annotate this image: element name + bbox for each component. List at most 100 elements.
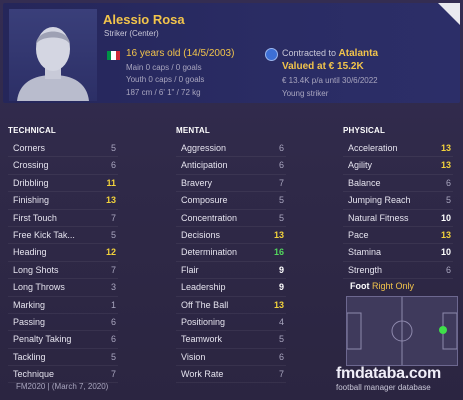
pitch-diagram-icon [346,297,458,365]
player-physique: 187 cm / 6' 1" / 72 kg [126,88,201,97]
attribute-label: Technique [13,369,55,380]
attribute-value: 6 [110,334,116,345]
attribute-label: Vision [181,351,206,362]
attribute-label: Determination [181,247,238,258]
attribute-row: First Touch 7 [8,210,118,227]
position-marker-icon [439,326,447,334]
attribute-row: Technique 7 [8,366,118,384]
attribute-row: Long Shots 7 [8,262,118,280]
attribute-value: 7 [110,264,116,275]
attribute-value: 6 [110,316,116,327]
attribute-row: Composure 5 [176,192,286,210]
attribute-label: Long Shots [13,264,59,275]
attribute-value: 13 [273,299,284,310]
attribute-label: Penalty Taking [13,334,72,345]
attribute-label: Concentration [181,212,238,223]
attribute-label: Natural Fitness [348,212,409,223]
attribute-row: Stamina 10 [343,244,453,262]
attribute-label: Balance [348,177,381,188]
physical-list: Acceleration 13 Agility 13 Balance 6 Jumping R… [343,140,453,280]
foot-label: Foot [350,281,370,291]
attribute-label: Agility [348,160,373,171]
attribute-value: 6 [278,143,284,153]
attribute-label: Dribbling [13,177,49,188]
player-age: 16 years old (14/5/2003) [126,48,235,59]
attribute-label: Teamwork [181,334,223,345]
attribute-value: 5 [110,351,116,362]
mental-list: Aggression 6 Anticipation 6 Bravery 7 Composur… [176,140,286,384]
attribute-value: 11 [106,177,116,188]
attribute-value: 10 [440,212,451,223]
attribute-row: Work Rate 7 [176,366,286,384]
youth-caps: Youth 0 caps / 0 goals [126,75,205,84]
attribute-label: Corners [13,143,46,153]
brand-logo[interactable]: fmdataba.com [336,365,441,383]
attribute-value: 5 [278,212,284,223]
attribute-row: Long Throws 3 [8,279,118,297]
attribute-label: Off The Ball [181,299,229,310]
attribute-row: Anticipation 6 [176,157,286,175]
physical-title: PHYSICAL [343,126,386,135]
attribute-label: Heading [13,247,47,258]
attribute-row: Balance 6 [343,175,453,193]
attribute-row: Bravery 7 [176,175,286,193]
attribute-row: Finishing 13 [8,192,118,210]
player-wage: € 13.4K p/a until 30/6/2022 [282,76,378,85]
attribute-label: Anticipation [181,160,228,171]
attribute-value: 1 [110,299,116,310]
attribute-label: Stamina [348,247,382,258]
club-name[interactable]: Atalanta [339,48,378,59]
attribute-label: Aggression [181,143,227,153]
attribute-row: Tackling 5 [8,349,118,367]
attribute-row: Free Kick Tak... 5 [8,227,118,245]
attribute-row: Vision 6 [176,349,286,367]
attribute-row: Marking 1 [8,297,118,314]
attribute-value: 7 [278,177,284,188]
attribute-value: 9 [278,264,284,275]
club-badge-icon [265,48,278,61]
mental-title: MENTAL [176,126,210,135]
attribute-label: Pace [348,229,369,240]
attribute-value: 4 [278,316,284,327]
attribute-row: Crossing 6 [8,157,118,175]
attribute-label: Tackling [13,351,46,362]
brand-subtitle: football manager database [336,383,431,392]
attribute-value: 13 [440,143,451,153]
attribute-label: Composure [181,195,228,206]
attribute-row: Leadership 9 [176,279,286,297]
attribute-value: 7 [110,212,116,223]
attribute-label: Flair [181,264,199,275]
attribute-row: Penalty Taking 6 [8,331,118,349]
contract-prefix: Contracted to [282,48,337,58]
attribute-row: Teamwork 5 [176,331,286,349]
attribute-row: Jumping Reach 5 [343,192,453,210]
player-role: Young striker [282,89,329,98]
attribute-label: Marking [13,299,46,310]
player-silhouette-icon [17,27,89,101]
attribute-row: Passing 6 [8,314,118,332]
attribute-value: 13 [105,195,116,206]
attribute-value: 5 [110,143,116,153]
attribute-row: Agility 13 [343,157,453,175]
attribute-value: 5 [110,229,116,240]
attribute-label: Free Kick Tak... [13,229,75,240]
attribute-value: 13 [440,229,451,240]
player-value: Valued at € 15.2K [282,61,364,72]
attribute-value: 5 [445,195,451,206]
attribute-label: Crossing [13,160,49,171]
attribute-value: 7 [110,369,116,380]
attribute-row: Strength 6 [343,262,453,280]
attribute-value: 3 [110,282,116,293]
page-fold-corner [438,3,460,25]
attribute-row: Pace 13 [343,227,453,245]
attribute-value: 12 [105,247,116,258]
technical-title: TECHNICAL [8,126,57,135]
attribute-row: Flair 9 [176,262,286,280]
attribute-label: Acceleration [348,143,398,153]
attribute-row: Off The Ball 13 [176,297,286,314]
attribute-value: 5 [278,334,284,345]
attribute-value: 6 [110,160,116,171]
attribute-value: 13 [273,229,284,240]
attribute-value: 13 [440,160,451,171]
flag-stripe-red [115,51,120,60]
